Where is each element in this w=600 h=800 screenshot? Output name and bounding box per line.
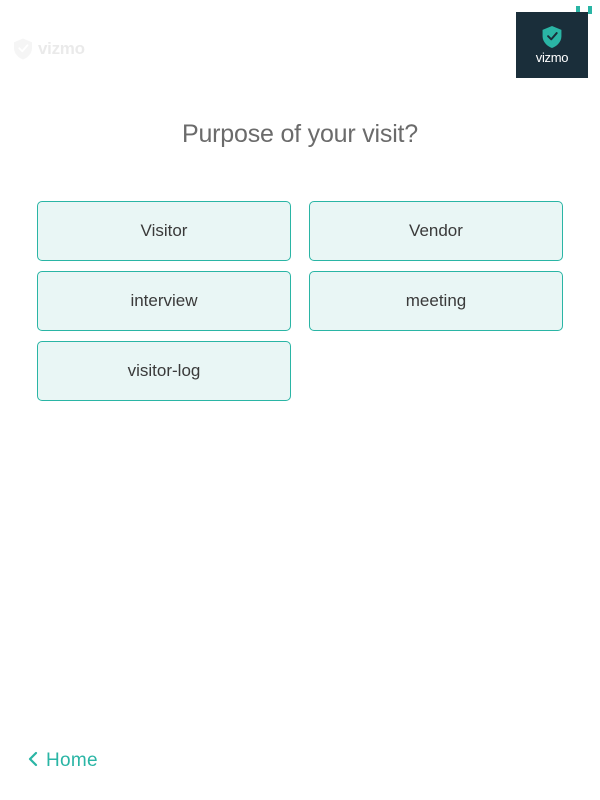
option-visitor[interactable]: Visitor xyxy=(37,201,291,261)
home-label: Home xyxy=(46,750,98,772)
brand-badge-text: vizmo xyxy=(536,50,568,65)
page-title: Purpose of your visit? xyxy=(0,120,600,149)
chevron-left-icon xyxy=(28,751,38,772)
brand-name: vizmo xyxy=(38,39,85,59)
brand-badge: vizmo xyxy=(516,12,588,78)
shield-icon xyxy=(542,26,562,48)
brand-logo-light: vizmo xyxy=(14,38,85,60)
home-button[interactable]: Home xyxy=(28,750,98,772)
option-interview[interactable]: interview xyxy=(37,271,291,331)
header: vizmo vizmo xyxy=(0,0,600,78)
shield-icon xyxy=(14,38,32,60)
option-visitor-log[interactable]: visitor-log xyxy=(37,341,291,401)
option-vendor[interactable]: Vendor xyxy=(309,201,563,261)
options-grid: Visitor Vendor interview meeting visitor… xyxy=(0,201,600,401)
option-meeting[interactable]: meeting xyxy=(309,271,563,331)
